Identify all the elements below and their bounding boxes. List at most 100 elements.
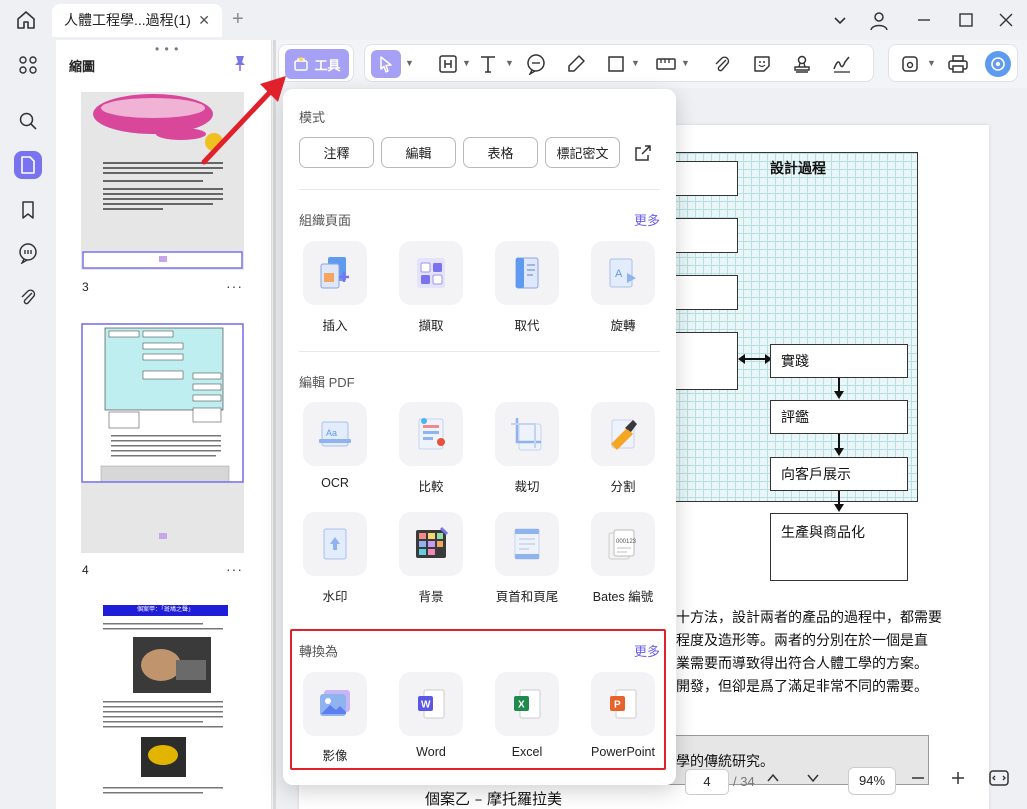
svg-text:P: P bbox=[614, 700, 621, 711]
panel-grip-icon[interactable]: • • • bbox=[155, 42, 179, 56]
highlighter-icon[interactable] bbox=[565, 53, 587, 75]
sticker-icon[interactable] bbox=[751, 53, 773, 75]
chevron-down-icon[interactable] bbox=[830, 10, 852, 32]
tools-button[interactable]: 工具 bbox=[285, 49, 349, 79]
page-number: 3 bbox=[82, 280, 89, 294]
flow-box-evaluation: 評鑑 bbox=[770, 400, 908, 434]
flow-connector bbox=[838, 491, 840, 505]
thumbnails-icon[interactable] bbox=[14, 151, 42, 179]
convert-powerpoint-tile[interactable]: P bbox=[591, 672, 655, 736]
flow-arrow bbox=[834, 448, 844, 456]
background-label: 背景 bbox=[418, 590, 444, 604]
attach-file-icon[interactable] bbox=[711, 53, 733, 75]
split-tile[interactable] bbox=[591, 402, 655, 466]
stamp-icon[interactable] bbox=[791, 53, 813, 75]
chevron-down-icon[interactable]: ▼ bbox=[631, 58, 640, 68]
comments-icon[interactable] bbox=[14, 239, 42, 267]
background-tile[interactable] bbox=[399, 512, 463, 576]
save-icon[interactable] bbox=[899, 53, 921, 75]
convert-section-label: 轉換為 bbox=[299, 644, 339, 659]
zoom-level[interactable]: 94% bbox=[848, 767, 896, 795]
crop-tile[interactable] bbox=[495, 402, 559, 466]
svg-text:Aa: Aa bbox=[326, 428, 337, 438]
convert-excel-tile[interactable]: X bbox=[495, 672, 559, 736]
ai-assistant-icon[interactable] bbox=[985, 51, 1011, 77]
apps-grid-icon[interactable] bbox=[14, 51, 42, 79]
signature-icon[interactable] bbox=[831, 53, 853, 75]
paragraph-line: 業需要而導致得出符合人體工學的方案。 bbox=[676, 656, 928, 672]
select-cursor-icon[interactable] bbox=[371, 50, 401, 78]
convert-word-tile[interactable]: W bbox=[399, 672, 463, 736]
page-more-icon[interactable]: ··· bbox=[226, 561, 243, 577]
page-number-input[interactable]: 4 bbox=[685, 769, 729, 795]
organize-more-link[interactable]: 更多 bbox=[634, 210, 660, 229]
flow-box-practice: 實踐 bbox=[770, 344, 908, 378]
replace-page-tile[interactable] bbox=[495, 241, 559, 305]
zoom-out-icon[interactable] bbox=[911, 771, 925, 789]
thumbnails-panel: • • • 縮圖 3 ··· 4 ··· 個案甲：「斑鳩之聲」 bbox=[56, 40, 272, 809]
bates-number-icon: 000123 bbox=[608, 529, 637, 560]
page-thumbnail[interactable]: 個案甲：「斑鳩之聲」 bbox=[81, 605, 244, 809]
ocr-icon: Aa bbox=[319, 421, 351, 447]
insert-label: 插入 bbox=[322, 319, 348, 333]
chevron-down-icon[interactable]: ▼ bbox=[927, 58, 936, 68]
mode-annotate-button[interactable]: 注釋 bbox=[299, 137, 374, 168]
bates-number-tile[interactable]: 000123 bbox=[591, 512, 655, 576]
text-box-icon[interactable] bbox=[437, 53, 459, 75]
page-thumbnail[interactable] bbox=[81, 92, 244, 270]
typewriter-text-icon[interactable] bbox=[479, 53, 501, 75]
document-tab[interactable]: 人體工程學...過程(1) ✕ bbox=[52, 4, 222, 37]
close-tab-icon[interactable]: ✕ bbox=[198, 4, 210, 37]
case-heading: 個案乙 – 摩托羅拉美 bbox=[425, 790, 563, 808]
left-rail bbox=[0, 40, 56, 809]
flow-connector bbox=[838, 434, 840, 449]
chevron-down-icon[interactable]: ▼ bbox=[462, 58, 471, 68]
rotate-page-tile[interactable]: A bbox=[591, 241, 655, 305]
chevron-down-icon[interactable]: ▼ bbox=[681, 58, 690, 68]
rotate-page-icon: A bbox=[609, 258, 636, 288]
fit-page-icon[interactable] bbox=[989, 769, 1009, 791]
watermark-tile[interactable] bbox=[303, 512, 367, 576]
open-external-icon[interactable] bbox=[633, 143, 653, 168]
previous-page-icon[interactable] bbox=[766, 771, 780, 789]
convert-word-label: Word bbox=[416, 745, 446, 759]
new-tab-icon[interactable]: + bbox=[232, 8, 244, 31]
zoom-in-icon[interactable] bbox=[951, 771, 965, 789]
attachment-icon[interactable] bbox=[14, 283, 42, 311]
page-thumbnail-current[interactable] bbox=[81, 323, 244, 553]
print-icon[interactable] bbox=[947, 53, 969, 75]
chevron-down-icon[interactable]: ▼ bbox=[505, 58, 514, 68]
crop-icon bbox=[511, 418, 542, 451]
background-icon bbox=[416, 526, 449, 558]
measure-icon[interactable] bbox=[655, 53, 677, 75]
account-icon[interactable] bbox=[868, 10, 890, 32]
search-icon[interactable] bbox=[14, 107, 42, 135]
pin-icon[interactable] bbox=[231, 54, 249, 72]
bookmark-icon[interactable] bbox=[14, 196, 42, 224]
convert-more-link[interactable]: 更多 bbox=[634, 641, 660, 660]
home-icon[interactable] bbox=[14, 8, 42, 34]
mode-edit-button[interactable]: 編輯 bbox=[381, 137, 456, 168]
divider bbox=[299, 189, 660, 190]
comment-icon[interactable] bbox=[525, 53, 547, 75]
ocr-tile[interactable]: Aa bbox=[303, 402, 367, 466]
bates-number-label: Bates 編號 bbox=[592, 590, 654, 604]
header-footer-tile[interactable] bbox=[495, 512, 559, 576]
mode-redact-button[interactable]: 標記密文 bbox=[545, 137, 620, 168]
page-more-icon[interactable]: ··· bbox=[226, 278, 243, 294]
insert-page-tile[interactable] bbox=[303, 241, 367, 305]
convert-image-tile[interactable] bbox=[303, 672, 367, 736]
rectangle-shape-icon[interactable] bbox=[605, 53, 627, 75]
chevron-down-icon[interactable]: ▼ bbox=[405, 58, 414, 68]
compare-icon bbox=[418, 418, 445, 450]
close-window-icon[interactable] bbox=[996, 10, 1018, 32]
extract-page-tile[interactable] bbox=[399, 241, 463, 305]
maximize-icon[interactable] bbox=[956, 10, 978, 32]
insert-page-icon bbox=[320, 257, 349, 289]
svg-text:000123: 000123 bbox=[616, 539, 637, 545]
compare-tile[interactable] bbox=[399, 402, 463, 466]
next-page-icon[interactable] bbox=[806, 771, 820, 789]
word-icon: W bbox=[418, 689, 445, 719]
mode-form-button[interactable]: 表格 bbox=[463, 137, 538, 168]
minimize-icon[interactable] bbox=[914, 10, 936, 32]
